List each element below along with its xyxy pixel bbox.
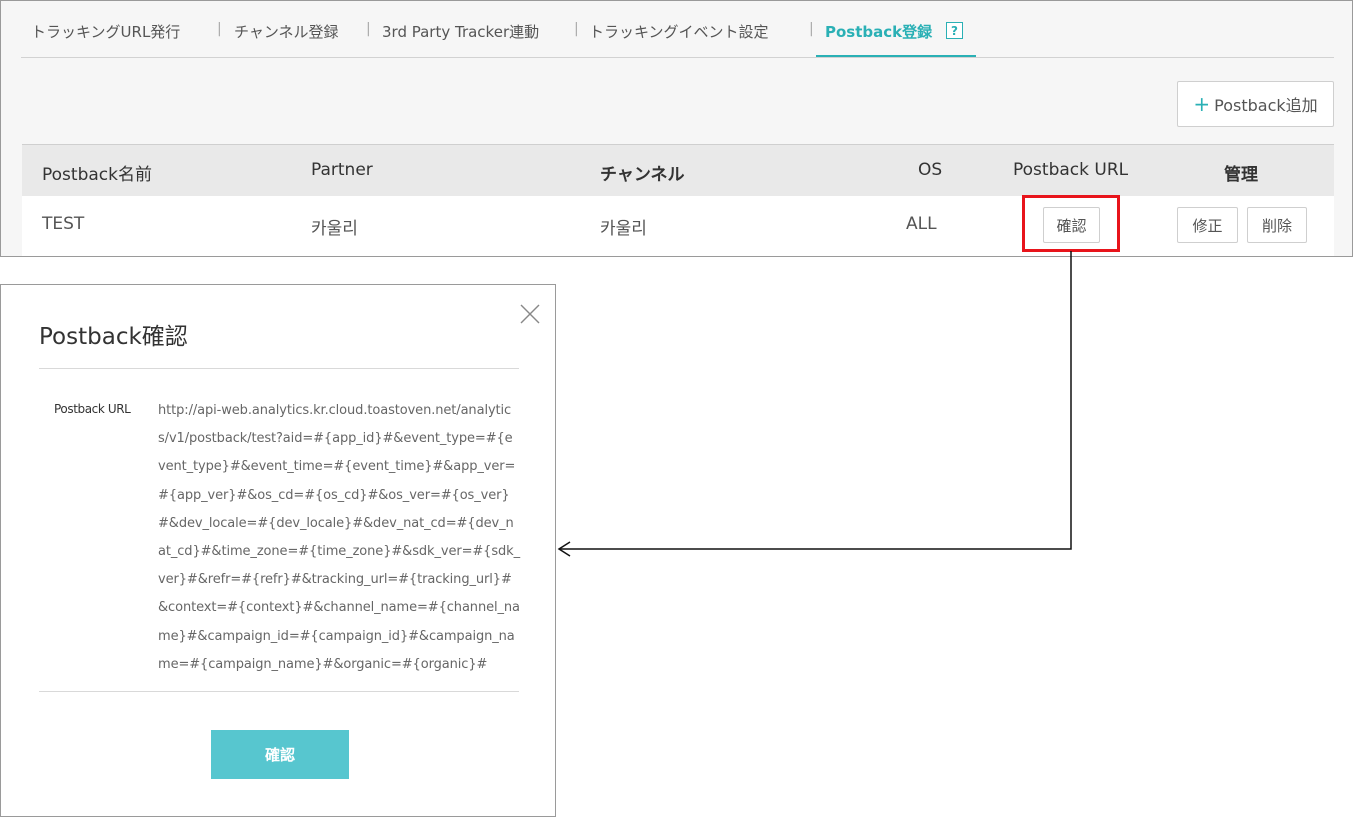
- modal-confirm-button[interactable]: 確認: [211, 730, 349, 779]
- header-partner: Partner: [311, 160, 373, 180]
- tab-separator: |: [809, 21, 814, 37]
- postback-list-panel: トラッキングURL発行 | チャンネル登録 | 3rd Party Tracke…: [0, 0, 1353, 257]
- header-manage: 管理: [1224, 165, 1258, 185]
- tab-tracking-event[interactable]: トラッキングイベント設定: [589, 21, 769, 42]
- plus-icon: +: [1193, 92, 1211, 116]
- row-os: ALL: [906, 214, 937, 234]
- tab-channel[interactable]: チャンネル登録: [234, 21, 339, 42]
- close-icon[interactable]: [519, 303, 541, 325]
- postback-confirm-modal: Postback確認 Postback URL http://api-web.a…: [0, 284, 556, 817]
- tab-3rd-party-tracker[interactable]: 3rd Party Tracker連動: [382, 21, 539, 42]
- table-header: Postback名前 Partner チャンネル OS Postback URL…: [22, 144, 1334, 196]
- row-edit-button[interactable]: 修正: [1177, 207, 1238, 243]
- modal-divider-top: [39, 368, 519, 369]
- header-os: OS: [918, 160, 943, 180]
- table-row: TEST 카울리 카울리 ALL 確認 修正 削除: [22, 196, 1334, 256]
- header-channel: チャンネル: [600, 165, 685, 185]
- row-partner: 카울리: [311, 219, 358, 239]
- add-postback-button[interactable]: + Postback追加: [1177, 81, 1334, 127]
- header-postback-url: Postback URL: [1013, 160, 1129, 180]
- postback-url-label: Postback URL: [54, 402, 131, 416]
- row-name: TEST: [42, 214, 85, 234]
- row-channel: 카울리: [600, 219, 647, 239]
- active-tab-indicator: [816, 55, 976, 57]
- tab-separator: |: [217, 21, 222, 37]
- add-postback-label: Postback追加: [1214, 96, 1318, 115]
- tab-separator: |: [366, 21, 371, 37]
- modal-title: Postback確認: [39, 324, 188, 350]
- tab-bar: トラッキングURL発行 | チャンネル登録 | 3rd Party Tracke…: [21, 1, 1334, 58]
- row-confirm-button[interactable]: 確認: [1043, 207, 1100, 243]
- postback-url-value: http://api-web.analytics.kr.cloud.toasto…: [158, 403, 520, 672]
- header-postback-name: Postback名前: [42, 165, 152, 185]
- tab-tracking-url[interactable]: トラッキングURL発行: [31, 21, 180, 42]
- help-icon[interactable]: ?: [946, 22, 963, 39]
- tab-postback[interactable]: Postback登録: [825, 21, 932, 42]
- row-delete-button[interactable]: 削除: [1247, 207, 1307, 243]
- tab-separator: |: [574, 21, 579, 37]
- modal-divider-bottom: [39, 691, 519, 692]
